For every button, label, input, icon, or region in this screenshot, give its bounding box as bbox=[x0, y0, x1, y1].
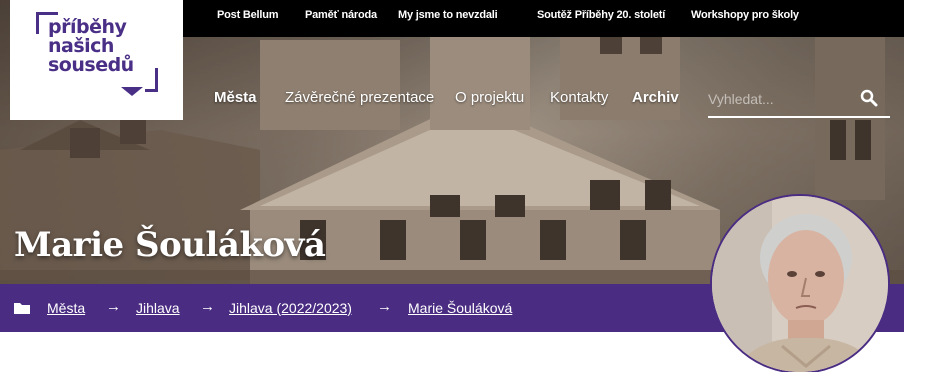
topbar-link-soutez[interactable]: Soutěž Příběhy 20. století bbox=[537, 9, 665, 21]
nav-item-mesta[interactable]: Města bbox=[214, 89, 257, 106]
person-portrait-icon bbox=[712, 196, 888, 372]
nav-item-o-projektu[interactable]: O projektu bbox=[455, 89, 524, 106]
folder-icon bbox=[14, 303, 30, 314]
top-bar: Post Bellum Paměť národa My jsme to nevz… bbox=[183, 0, 904, 37]
logo-line-3: sousedů bbox=[48, 54, 134, 76]
topbar-link-post-bellum[interactable]: Post Bellum bbox=[217, 9, 279, 21]
search-box bbox=[708, 84, 890, 118]
breadcrumb-item-current: Marie Šouláková bbox=[408, 300, 513, 316]
topbar-link-workshopy[interactable]: Workshopy pro školy bbox=[691, 9, 799, 21]
nav-item-kontakty[interactable]: Kontakty bbox=[550, 89, 608, 106]
nav-item-archiv[interactable]: Archiv bbox=[632, 89, 679, 106]
breadcrumb-separator: → bbox=[106, 298, 121, 315]
breadcrumb-item-jihlava-2022-2023[interactable]: Jihlava (2022/2023) bbox=[229, 300, 352, 316]
logo-text: příběhy našich sousedů bbox=[48, 18, 134, 75]
nav-item-zaverecne-prezentace[interactable]: Závěrečné prezentace bbox=[285, 89, 434, 106]
logo-bracket-bottom bbox=[145, 68, 158, 92]
logo-chevron bbox=[121, 87, 143, 96]
breadcrumb-item-mesta[interactable]: Města bbox=[47, 300, 85, 316]
breadcrumb-separator: → bbox=[200, 298, 215, 315]
search-input[interactable] bbox=[708, 84, 858, 114]
breadcrumb-separator: → bbox=[377, 298, 392, 315]
site-logo[interactable]: příběhy našich sousedů bbox=[10, 0, 183, 120]
search-icon[interactable] bbox=[860, 89, 878, 107]
topbar-link-my-jsme-to-nevzdali[interactable]: My jsme to nevzdali bbox=[398, 9, 498, 21]
breadcrumb-item-jihlava[interactable]: Jihlava bbox=[136, 300, 180, 316]
page-title: Marie Šouláková bbox=[14, 225, 326, 265]
portrait-photo bbox=[710, 194, 890, 372]
topbar-link-pamet-naroda[interactable]: Paměť národa bbox=[305, 9, 377, 21]
